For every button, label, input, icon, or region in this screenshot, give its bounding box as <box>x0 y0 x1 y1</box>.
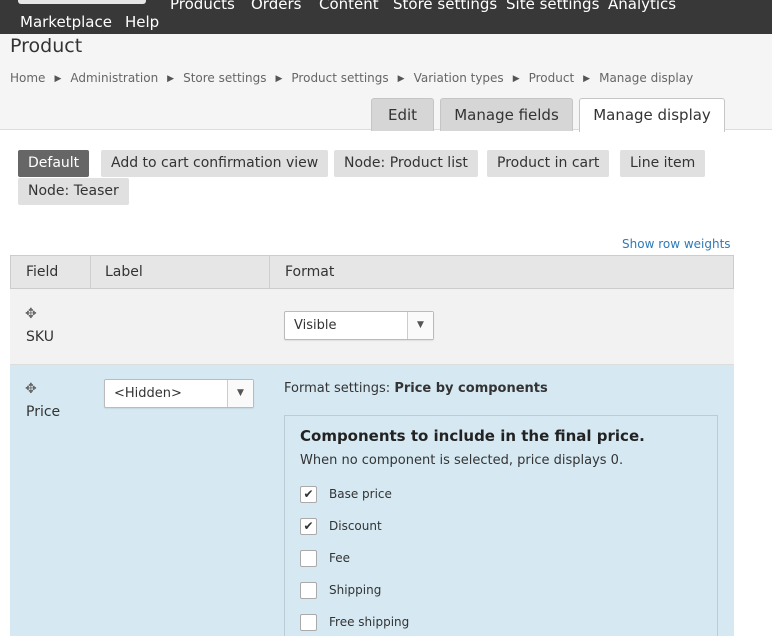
format-settings-prefix: Format settings: <box>284 381 391 396</box>
move-icon[interactable]: ✥ <box>25 306 37 322</box>
nav-help[interactable]: Help <box>125 13 159 31</box>
checkbox-checked[interactable]: ✔ <box>300 486 317 503</box>
components-title: Components to include in the final price… <box>300 427 645 445</box>
column-header-format: Format <box>285 264 335 280</box>
checkbox[interactable] <box>300 614 317 631</box>
field-name-price: Price <box>26 404 61 420</box>
view-mode-product-in-cart[interactable]: Product in cart <box>487 150 610 177</box>
components-fieldset: Components to include in the final price… <box>284 415 718 636</box>
column-divider <box>269 256 270 288</box>
triangle-right-icon: ▶ <box>275 74 283 84</box>
breadcrumb-product[interactable]: Product <box>529 71 575 85</box>
select-value: <Hidden> <box>114 386 182 401</box>
checkbox-label[interactable]: Free shipping <box>329 614 409 631</box>
field-name-sku: SKU <box>26 329 54 345</box>
label-select-price[interactable]: <Hidden> ▼ <box>104 379 254 408</box>
nav-analytics[interactable]: Analytics <box>608 0 676 13</box>
checkbox-label[interactable]: Fee <box>329 550 350 567</box>
chevron-down-icon: ▼ <box>227 380 253 407</box>
select-value: Visible <box>294 318 337 333</box>
breadcrumb-administration[interactable]: Administration <box>70 71 158 85</box>
check-icon: ✔ <box>303 487 314 501</box>
view-mode-product-list[interactable]: Node: Product list <box>334 150 478 177</box>
breadcrumb-store-settings[interactable]: Store settings <box>183 71 266 85</box>
triangle-right-icon: ▶ <box>512 74 520 84</box>
triangle-right-icon: ▶ <box>167 74 175 84</box>
triangle-right-icon: ▶ <box>54 74 62 84</box>
format-select-sku[interactable]: Visible ▼ <box>284 311 434 340</box>
breadcrumb-variation-types[interactable]: Variation types <box>414 71 504 85</box>
format-settings-summary: Format settings: Price by components <box>284 381 548 396</box>
table-row: ✥ SKU Visible ▼ <box>10 289 734 365</box>
breadcrumb: Home ▶ Administration ▶ Store settings ▶ Produ… <box>10 71 693 85</box>
nav-products[interactable]: Products <box>170 0 235 13</box>
move-icon[interactable]: ✥ <box>25 381 37 397</box>
breadcrumb-manage-display[interactable]: Manage display <box>599 71 693 85</box>
checkbox-label[interactable]: Base price <box>329 486 392 503</box>
nav-marketplace[interactable]: Marketplace <box>20 13 112 31</box>
triangle-right-icon: ▶ <box>583 74 591 84</box>
tab-edit[interactable]: Edit <box>371 98 434 131</box>
triangle-right-icon: ▶ <box>397 74 405 84</box>
components-description: When no component is selected, price dis… <box>300 453 624 468</box>
checkbox-label[interactable]: Discount <box>329 518 382 535</box>
tab-manage-display[interactable]: Manage display <box>579 98 725 132</box>
show-row-weights-link[interactable]: Show row weights <box>622 237 731 251</box>
page-title: Product <box>10 35 83 57</box>
view-mode-line-item[interactable]: Line item <box>620 150 706 177</box>
checkbox-label[interactable]: Shipping <box>329 582 381 599</box>
nav-store-settings[interactable]: Store settings <box>393 0 497 13</box>
column-header-label: Label <box>105 264 143 280</box>
site-logo[interactable] <box>18 0 146 4</box>
nav-content[interactable]: Content <box>319 0 379 13</box>
check-icon: ✔ <box>303 519 314 533</box>
tab-manage-fields[interactable]: Manage fields <box>440 98 573 131</box>
page-header: Product Home ▶ Administration ▶ Store settin… <box>0 34 772 132</box>
chevron-down-icon: ▼ <box>407 312 433 339</box>
breadcrumb-home[interactable]: Home <box>10 71 45 85</box>
breadcrumb-product-settings[interactable]: Product settings <box>291 71 388 85</box>
checkbox-checked[interactable]: ✔ <box>300 518 317 535</box>
column-header-field: Field <box>26 264 59 280</box>
nav-site-settings[interactable]: Site settings <box>506 0 599 13</box>
view-mode-add-to-cart[interactable]: Add to cart confirmation view <box>101 150 329 177</box>
table-header: Field Label Format <box>10 255 734 289</box>
checkbox[interactable] <box>300 550 317 567</box>
admin-toolbar: Products Orders Content Store settings S… <box>0 0 772 34</box>
checkbox[interactable] <box>300 582 317 599</box>
nav-orders[interactable]: Orders <box>251 0 301 13</box>
view-mode-teaser[interactable]: Node: Teaser <box>18 178 129 205</box>
column-divider <box>90 256 91 288</box>
format-settings-name: Price by components <box>394 381 548 396</box>
view-mode-default[interactable]: Default <box>18 150 90 177</box>
